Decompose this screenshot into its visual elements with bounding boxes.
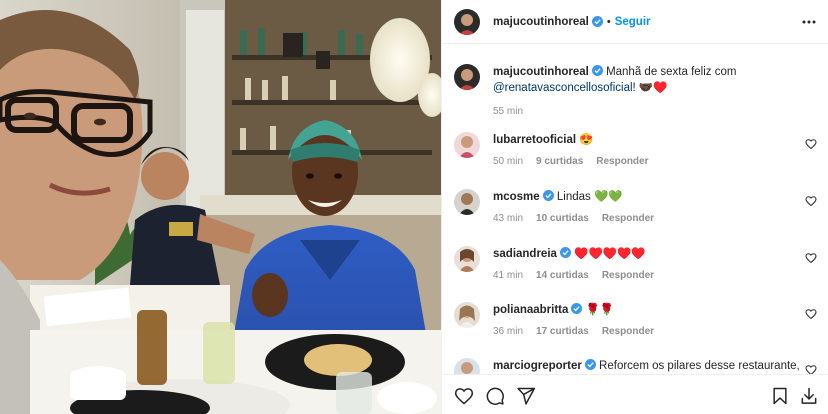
caption-time: 55 min xyxy=(493,106,524,117)
verified-badge-icon xyxy=(591,16,603,27)
comment-heart-icon[interactable] xyxy=(805,364,817,374)
more-options-icon[interactable] xyxy=(801,14,817,30)
caption-username[interactable]: majucoutinhoreal xyxy=(493,66,589,78)
comment-item: sadiandreia ♥️♥️♥️♥️♥️ 41 min 14 curtida… xyxy=(454,246,817,284)
comment-time: 41 min xyxy=(493,270,524,281)
reply-button[interactable]: Responder xyxy=(596,154,648,170)
comment-icon[interactable] xyxy=(485,386,505,406)
verified-badge-icon xyxy=(559,247,571,258)
comment-text: 😍 xyxy=(579,134,594,146)
author-avatar[interactable] xyxy=(454,64,480,90)
verified-badge-icon xyxy=(591,65,603,76)
comment-likes[interactable]: 17 curtidas xyxy=(536,324,589,340)
caption-text: Manhã de sexta feliz com xyxy=(606,66,737,78)
verified-badge-icon xyxy=(584,359,596,370)
commenter-avatar[interactable] xyxy=(454,189,480,215)
reply-button[interactable]: Responder xyxy=(602,324,654,340)
commenter-username[interactable]: marciogreporter xyxy=(493,360,582,372)
comment-text: 🌹🌹 xyxy=(585,304,615,316)
bookmark-icon[interactable] xyxy=(770,386,790,406)
reply-button[interactable]: Responder xyxy=(602,211,654,227)
commenter-avatar[interactable] xyxy=(454,246,480,272)
caption-emoji: ! 🤝🏿♥️ xyxy=(632,82,668,94)
comment-item: mcosme Lindas 💚💚 43 min 10 curtidas Resp… xyxy=(454,189,817,227)
commenter-username[interactable]: lubarretooficial xyxy=(493,134,576,146)
post-photo[interactable] xyxy=(0,0,441,414)
comment-heart-icon[interactable] xyxy=(805,138,817,150)
reply-button[interactable]: Responder xyxy=(602,268,654,284)
comment-text: ♥️♥️♥️♥️♥️ xyxy=(574,248,646,260)
commenter-username[interactable]: polianaabritta xyxy=(493,304,568,316)
comment-time: 50 min xyxy=(493,156,524,167)
verified-badge-icon xyxy=(571,303,583,314)
commenter-avatar[interactable] xyxy=(454,358,480,374)
comment-likes[interactable]: 14 curtidas xyxy=(536,268,589,284)
comment-item: marciogreporter Reforcem os pilares dess… xyxy=(454,358,817,374)
heart-icon[interactable] xyxy=(454,386,474,406)
comment-item: lubarretooficial 😍 50 min 9 curtidas Res… xyxy=(454,132,817,170)
separator-dot: • xyxy=(606,15,611,28)
commenter-username[interactable]: mcosme xyxy=(493,191,540,203)
comment-likes[interactable]: 9 curtidas xyxy=(536,154,583,170)
comment-heart-icon[interactable] xyxy=(805,252,817,264)
restaurant-selfie-image xyxy=(0,0,441,414)
comment-heart-icon[interactable] xyxy=(805,308,817,320)
commenter-username[interactable]: sadiandreia xyxy=(493,248,557,260)
comment-heart-icon[interactable] xyxy=(805,195,817,207)
commenter-avatar[interactable] xyxy=(454,302,480,328)
follow-button[interactable]: Seguir xyxy=(615,16,651,28)
commenter-avatar[interactable] xyxy=(454,132,480,158)
comment-text: Reforcem os pilares desse restaurante, xyxy=(599,360,800,372)
comment-time: 43 min xyxy=(493,213,524,224)
post-header: majucoutinhoreal • Seguir xyxy=(442,0,828,44)
download-icon[interactable] xyxy=(799,386,819,406)
comment-text: Lindas 💚💚 xyxy=(556,191,623,203)
comments-list[interactable]: majucoutinhoreal Manhã de sexta feliz co… xyxy=(442,44,828,374)
share-icon[interactable] xyxy=(516,386,536,406)
comment-likes[interactable]: 10 curtidas xyxy=(536,211,589,227)
verified-badge-icon xyxy=(542,190,554,201)
caption-mention-link[interactable]: @renatavasconcellosoficial xyxy=(493,82,633,94)
author-username[interactable]: majucoutinhoreal xyxy=(493,16,589,28)
author-avatar[interactable] xyxy=(454,8,480,35)
action-bar xyxy=(442,374,828,414)
comment-time: 36 min xyxy=(493,326,524,337)
comment-item: polianaabritta 🌹🌹 36 min 17 curtidas Res… xyxy=(454,302,817,340)
caption: majucoutinhoreal Manhã de sexta feliz co… xyxy=(454,64,817,120)
post-side-panel: majucoutinhoreal • Seguir majucoutinhore… xyxy=(441,0,828,414)
